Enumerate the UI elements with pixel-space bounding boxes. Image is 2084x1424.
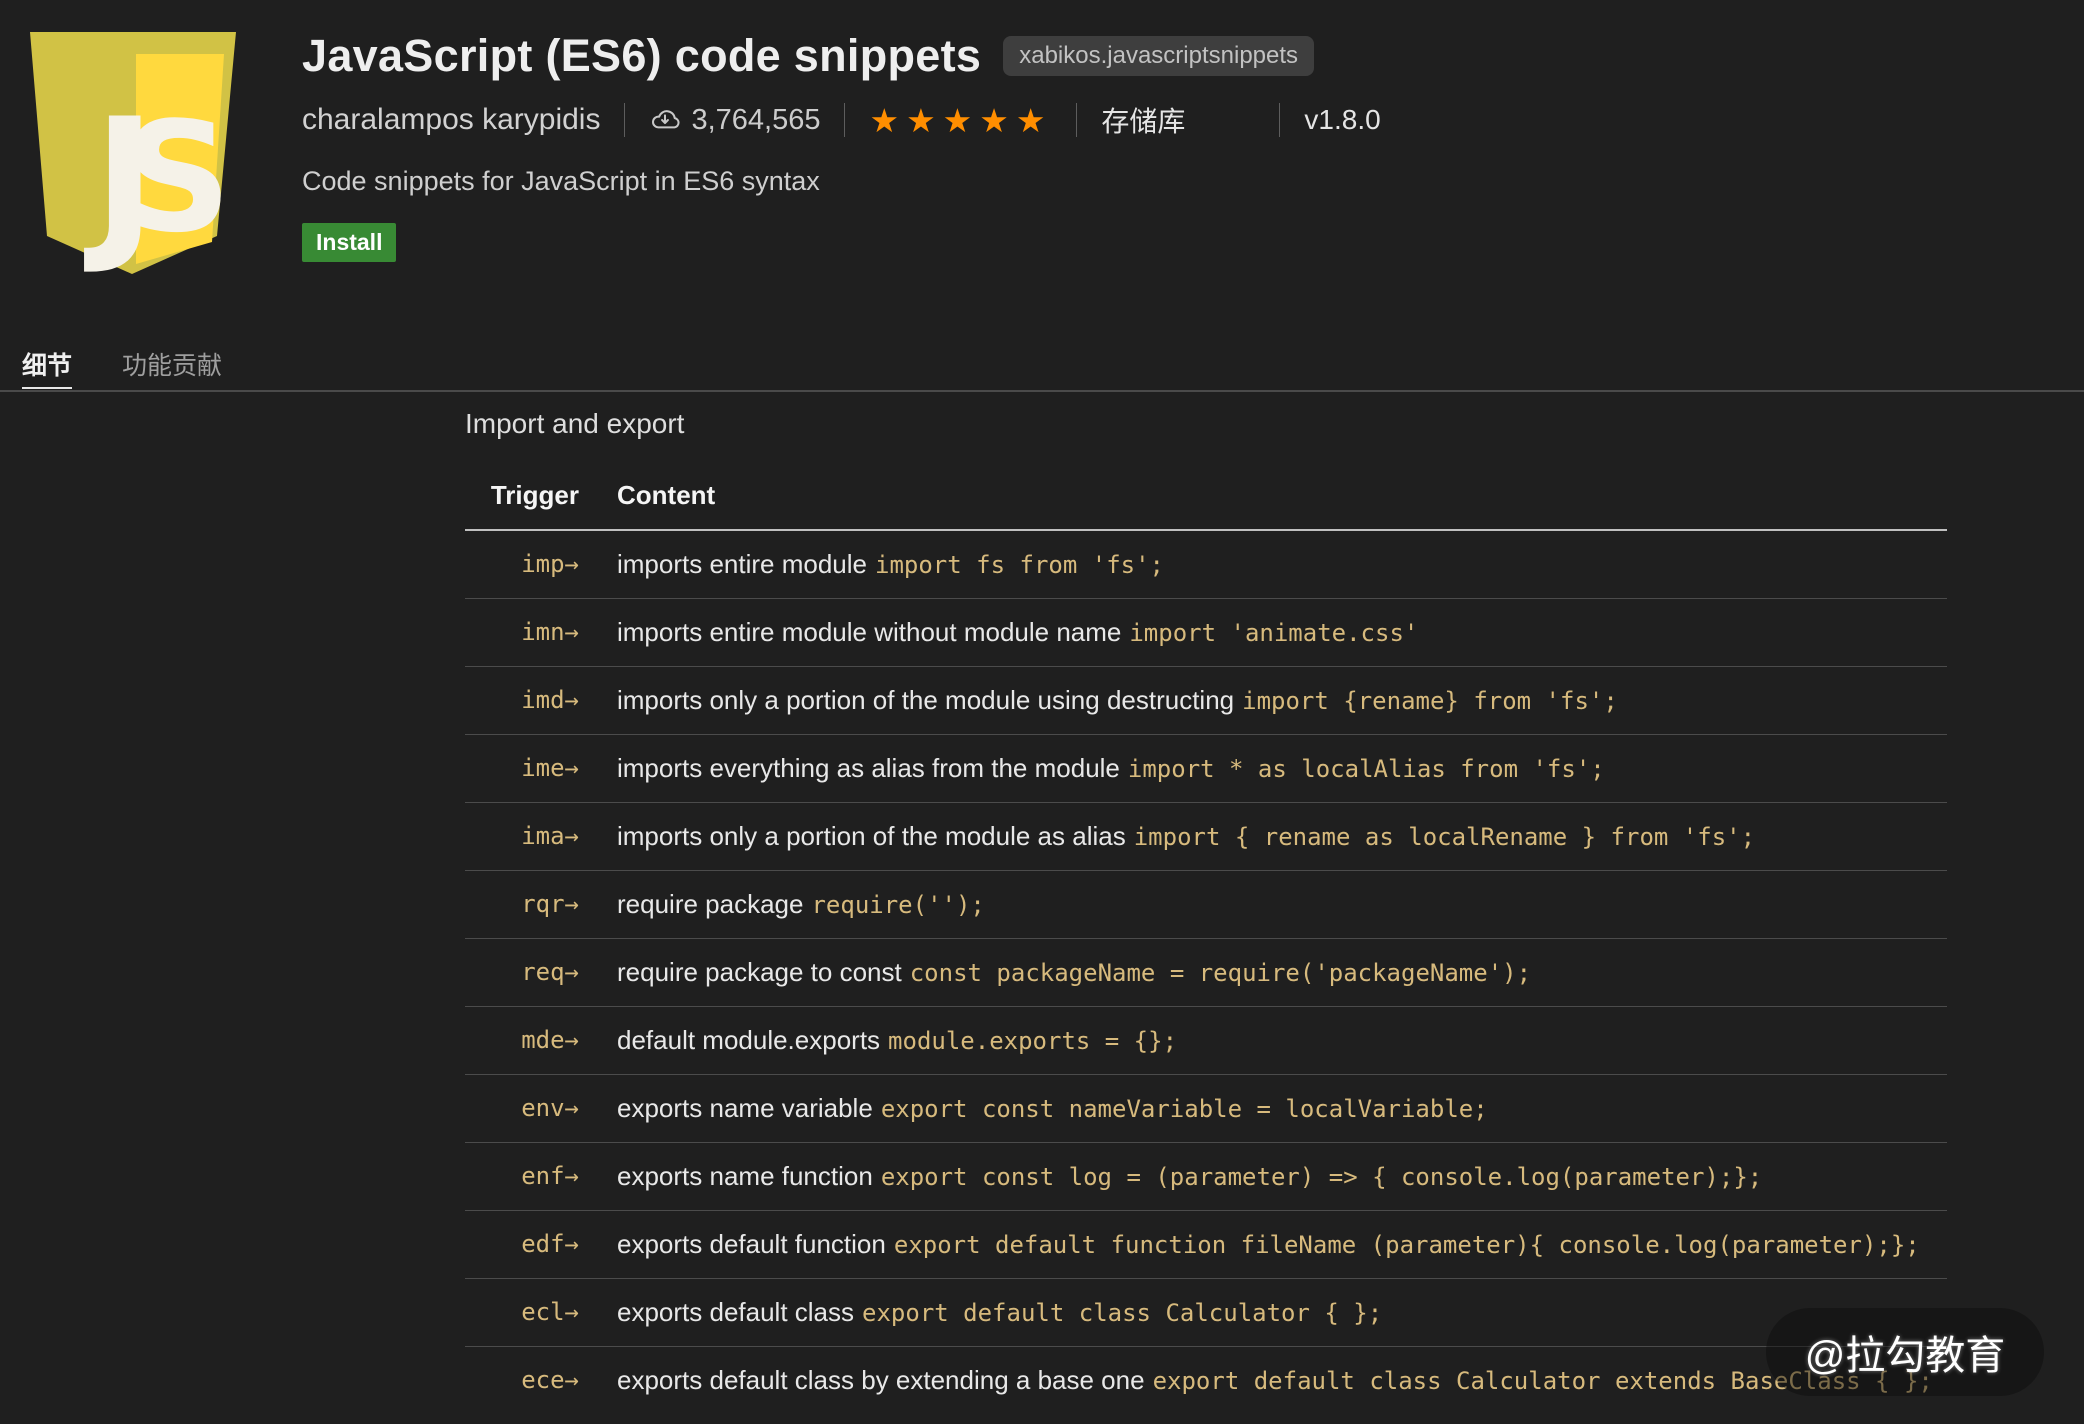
trigger-cell: rqr→	[521, 890, 579, 918]
section-title: Import and export	[465, 408, 685, 439]
cloud-download-icon	[649, 104, 681, 136]
snippet-table-body: imp→ imports entire module import fs from …	[465, 530, 1947, 1414]
js-logo-icon: J S	[30, 32, 236, 278]
tab-feature-contributions[interactable]: 功能贡献	[122, 346, 222, 389]
trigger-cell: req→	[521, 958, 579, 986]
content-description: imports everything as alias from the mod…	[617, 752, 1120, 783]
content-cell: imports only a portion of the module as …	[579, 802, 1947, 870]
extension-header: J S JavaScript (ES6) code snippets xabik…	[16, 24, 1381, 282]
details-content: Import and export Trigger Content imp→ im…	[465, 392, 1947, 1414]
extension-identifier-badge: xabikos.javascriptsnippets	[1003, 35, 1315, 77]
table-row: imn→ imports entire module without module…	[465, 598, 1947, 666]
content-code: export const nameVariable = localVariabl…	[880, 1094, 1488, 1123]
content-code: import 'animate.css'	[1129, 618, 1419, 647]
logo-letter-s: S	[122, 89, 231, 266]
table-row: edf→ exports default function export defau…	[465, 1210, 1947, 1278]
trigger-cell: mde→	[521, 1026, 579, 1054]
content-description: exports default class	[617, 1296, 855, 1327]
content-code: import * as localAlias from 'fs';	[1127, 754, 1605, 783]
content-code: require('');	[811, 890, 985, 919]
trigger-cell: ecl→	[521, 1298, 579, 1326]
table-row: imd→ imports only a portion of the module…	[465, 666, 1947, 734]
divider	[1076, 103, 1078, 137]
content-description: require package	[617, 888, 804, 919]
table-row: ime→ imports everything as alias from the…	[465, 734, 1947, 802]
content-cell: require package to const const packageNam…	[579, 938, 1947, 1006]
watermark-badge: @拉勾教育	[1766, 1308, 2044, 1396]
content-description: default module.exports	[617, 1024, 881, 1055]
content-cell: imports entire module import fs from 'fs'…	[579, 530, 1947, 598]
content-cell: imports entire module without module nam…	[579, 598, 1947, 666]
trigger-cell: imd→	[521, 686, 579, 714]
trigger-cell: ima→	[521, 822, 579, 850]
content-description: imports only a portion of the module as …	[617, 820, 1126, 851]
content-code: module.exports = {};	[888, 1026, 1178, 1055]
table-row: ecl→ exports default class export default …	[465, 1278, 1947, 1346]
tab-bar: 细节 功能贡献	[22, 346, 222, 389]
column-header-content: Content	[617, 480, 716, 510]
content-cell: exports name function export const log = …	[579, 1142, 1947, 1210]
table-row: enf→ exports name function export const lo…	[465, 1142, 1947, 1210]
divider	[624, 103, 626, 137]
stats-row: charalampos karypidis 3,764,565 ★★★★★ 存储…	[302, 98, 1381, 142]
content-cell: exports default class by extending a bas…	[579, 1346, 1947, 1414]
content-code: export default function fileName (parame…	[893, 1230, 1920, 1259]
content-cell: imports everything as alias from the mod…	[579, 734, 1947, 802]
header-info: JavaScript (ES6) code snippets xabikos.j…	[302, 24, 1381, 282]
tab-details[interactable]: 细节	[22, 346, 73, 389]
content-cell: imports only a portion of the module usi…	[579, 666, 1947, 734]
content-description: exports name variable	[617, 1092, 873, 1123]
content-cell: exports name variable export const nameVa…	[579, 1074, 1947, 1142]
table-row: mde→ default module.exports module.exports…	[465, 1006, 1947, 1074]
install-button[interactable]: Install	[302, 223, 397, 262]
content-code: export const log = (parameter) => { cons…	[880, 1162, 1763, 1191]
content-code: import { rename as localRename } from 'f…	[1133, 822, 1756, 851]
table-header-row: Trigger Content	[465, 480, 1947, 530]
content-cell: require package require('');	[579, 870, 1947, 938]
table-row: rqr→ require package require('');	[465, 870, 1947, 938]
content-description: exports default function	[617, 1228, 886, 1259]
content-code: export default class Calculator { };	[862, 1298, 1383, 1327]
content-cell: exports default function export default f…	[579, 1210, 1947, 1278]
content-description: imports entire module without module nam…	[617, 616, 1122, 647]
repository-link[interactable]: 存储库	[1101, 100, 1185, 140]
trigger-cell: enf→	[521, 1162, 579, 1190]
divider	[1279, 103, 1281, 137]
content-description: exports name function	[617, 1160, 873, 1191]
trigger-cell: ece→	[521, 1366, 579, 1395]
content-cell: exports default class export default clas…	[579, 1278, 1947, 1346]
table-row: ima→ imports only a portion of the module…	[465, 802, 1947, 870]
content-description: imports only a portion of the module usi…	[617, 684, 1235, 715]
table-row: req→ require package to const const packag…	[465, 938, 1947, 1006]
star-rating[interactable]: ★★★★★	[869, 101, 1052, 140]
trigger-cell: imn→	[521, 618, 579, 646]
table-row: imp→ imports entire module import fs from …	[465, 530, 1947, 598]
author-link[interactable]: charalampos karypidis	[302, 103, 600, 137]
trigger-cell: imp→	[521, 550, 579, 579]
content-description: require package to const	[617, 956, 902, 987]
table-row: env→ exports name variable export const na…	[465, 1074, 1947, 1142]
content-code: import fs from 'fs';	[875, 550, 1164, 579]
content-description: imports entire module	[617, 548, 867, 579]
download-count-value: 3,764,565	[691, 103, 821, 136]
content-description: exports default class by extending a bas…	[617, 1364, 1145, 1395]
trigger-cell: edf→	[521, 1230, 579, 1258]
snippet-table: Trigger Content imp→ imports entire modul…	[465, 480, 1947, 1414]
version-label: v1.8.0	[1304, 104, 1381, 135]
table-row: ece→ exports default class by extending a…	[465, 1346, 1947, 1414]
divider	[844, 103, 846, 137]
trigger-cell: env→	[521, 1094, 579, 1122]
column-header-trigger: Trigger	[490, 480, 579, 510]
trigger-cell: ime→	[521, 754, 579, 782]
content-code: import {rename} from 'fs';	[1242, 686, 1618, 715]
extension-title: JavaScript (ES6) code snippets	[302, 30, 982, 81]
extension-description: Code snippets for JavaScript in ES6 synt…	[302, 166, 820, 196]
download-count: 3,764,565	[649, 104, 820, 137]
content-code: const packageName = require('packageName…	[909, 958, 1532, 987]
content-cell: default module.exports module.exports = {…	[579, 1006, 1947, 1074]
